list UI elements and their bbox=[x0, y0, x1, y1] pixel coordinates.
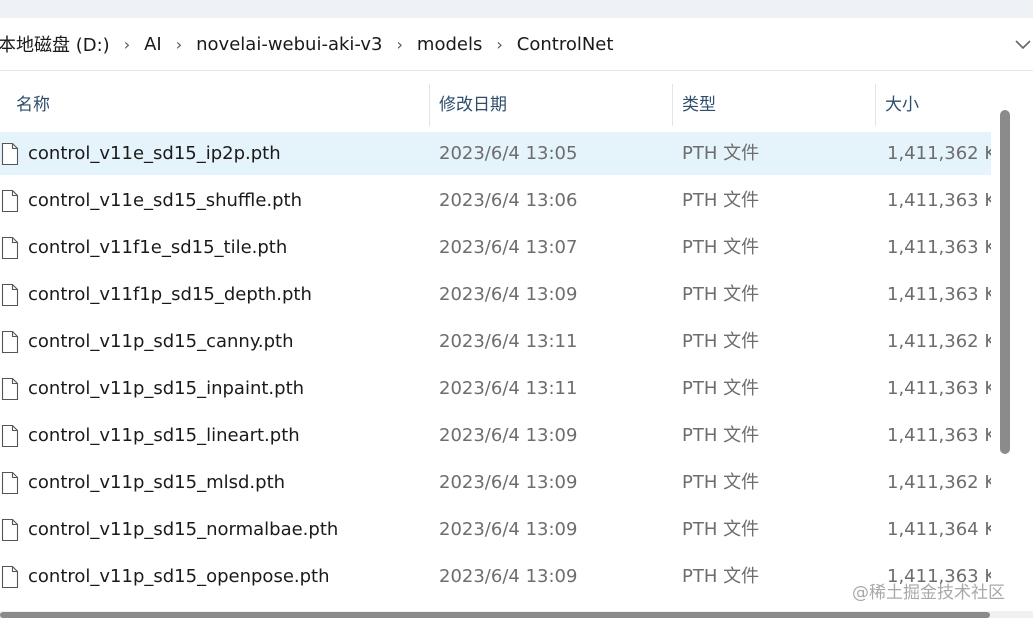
file-date: 2023/6/4 13:06 bbox=[439, 190, 578, 211]
file-icon bbox=[1, 471, 19, 495]
file-type: PTH 文件 bbox=[682, 425, 760, 446]
file-row[interactable]: control_v11f1p_sd15_depth.pth 2023/6/4 1… bbox=[0, 273, 991, 316]
breadcrumb-separator[interactable]: › bbox=[486, 35, 512, 54]
file-type: PTH 文件 bbox=[682, 190, 760, 211]
file-type: PTH 文件 bbox=[682, 378, 760, 399]
file-icon bbox=[1, 236, 19, 260]
file-icon bbox=[1, 565, 19, 589]
file-size: 1,411,363 KB bbox=[887, 190, 991, 211]
file-name: control_v11p_sd15_openpose.pth bbox=[28, 566, 330, 587]
file-type: PTH 文件 bbox=[682, 143, 760, 164]
file-name: control_v11p_sd15_lineart.pth bbox=[28, 425, 300, 446]
column-header-date[interactable]: 修改日期 bbox=[439, 84, 507, 126]
file-size: 1,411,362 KB bbox=[887, 331, 991, 352]
file-row[interactable]: control_v11e_sd15_ip2p.pth 2023/6/4 13:0… bbox=[0, 132, 991, 175]
file-date: 2023/6/4 13:09 bbox=[439, 425, 578, 446]
column-divider[interactable] bbox=[429, 84, 430, 126]
file-date: 2023/6/4 13:09 bbox=[439, 472, 578, 493]
file-size: 1,411,364 KB bbox=[887, 519, 991, 540]
file-icon bbox=[1, 330, 19, 354]
file-name: control_v11e_sd15_ip2p.pth bbox=[28, 143, 281, 164]
file-size: 1,411,363 KB bbox=[887, 378, 991, 399]
window-top-strip bbox=[0, 0, 1033, 19]
file-row[interactable]: control_v11p_sd15_mlsd.pth 2023/6/4 13:0… bbox=[0, 461, 991, 504]
file-type: PTH 文件 bbox=[682, 284, 760, 305]
file-row[interactable]: control_v11p_sd15_lineart.pth 2023/6/4 1… bbox=[0, 414, 991, 457]
file-type: PTH 文件 bbox=[682, 331, 760, 352]
file-icon bbox=[1, 377, 19, 401]
breadcrumb-separator[interactable]: › bbox=[387, 35, 413, 54]
column-header-row: 名称 修改日期 类型 大小 bbox=[0, 84, 995, 126]
column-header-name[interactable]: 名称 bbox=[16, 84, 50, 126]
file-name: control_v11f1e_sd15_tile.pth bbox=[28, 237, 288, 258]
column-header-type[interactable]: 类型 bbox=[682, 84, 716, 126]
file-size: 1,411,363 KB bbox=[887, 237, 991, 258]
file-type: PTH 文件 bbox=[682, 566, 760, 587]
file-date: 2023/6/4 13:09 bbox=[439, 284, 578, 305]
horizontal-scrollbar-thumb[interactable] bbox=[0, 612, 990, 618]
breadcrumb-item-webui[interactable]: novelai-webui-aki-v3 bbox=[192, 34, 386, 55]
file-date: 2023/6/4 13:05 bbox=[439, 143, 578, 164]
vertical-scrollbar-thumb[interactable] bbox=[1000, 110, 1010, 454]
breadcrumb-item-ai[interactable]: AI bbox=[140, 34, 166, 55]
file-icon bbox=[1, 142, 19, 166]
file-date: 2023/6/4 13:09 bbox=[439, 519, 578, 540]
file-type: PTH 文件 bbox=[682, 237, 760, 258]
file-size: 1,411,363 KB bbox=[887, 284, 991, 305]
file-type: PTH 文件 bbox=[682, 519, 760, 540]
file-icon bbox=[1, 283, 19, 307]
file-size: 1,411,362 KB bbox=[887, 143, 991, 164]
file-size: 1,411,363 KB bbox=[887, 425, 991, 446]
file-name: control_v11e_sd15_shuffle.pth bbox=[28, 190, 303, 211]
file-name: control_v11p_sd15_inpaint.pth bbox=[28, 378, 305, 399]
file-name: control_v11p_sd15_canny.pth bbox=[28, 331, 294, 352]
chevron-down-icon[interactable] bbox=[1013, 33, 1033, 55]
file-name: control_v11p_sd15_mlsd.pth bbox=[28, 472, 286, 493]
file-name: control_v11p_sd15_normalbae.pth bbox=[28, 519, 339, 540]
file-row[interactable]: control_v11f1e_sd15_tile.pth 2023/6/4 13… bbox=[0, 226, 991, 269]
file-row[interactable]: control_v11p_sd15_normalbae.pth 2023/6/4… bbox=[0, 508, 991, 551]
file-name: control_v11f1p_sd15_depth.pth bbox=[28, 284, 312, 305]
address-bar[interactable]: 本地磁盘 (D:) › AI › novelai-webui-aki-v3 › … bbox=[0, 18, 1033, 71]
file-row[interactable]: control_v11p_sd15_canny.pth 2023/6/4 13:… bbox=[0, 320, 991, 363]
file-date: 2023/6/4 13:11 bbox=[439, 378, 578, 399]
breadcrumb-item-drive[interactable]: 本地磁盘 (D:) bbox=[0, 31, 114, 57]
column-header-size[interactable]: 大小 bbox=[885, 84, 919, 126]
file-icon bbox=[1, 424, 19, 448]
file-size: 1,411,362 KB bbox=[887, 472, 991, 493]
right-edge bbox=[1015, 84, 1033, 618]
file-icon bbox=[1, 518, 19, 542]
file-date: 2023/6/4 13:07 bbox=[439, 237, 578, 258]
breadcrumb-separator[interactable]: › bbox=[166, 35, 192, 54]
file-date: 2023/6/4 13:09 bbox=[439, 566, 578, 587]
file-row[interactable]: control_v11e_sd15_shuffle.pth 2023/6/4 1… bbox=[0, 179, 991, 222]
column-divider[interactable] bbox=[672, 84, 673, 126]
file-type: PTH 文件 bbox=[682, 472, 760, 493]
file-list: control_v11e_sd15_ip2p.pth 2023/6/4 13:0… bbox=[0, 132, 991, 611]
breadcrumb: 本地磁盘 (D:) › AI › novelai-webui-aki-v3 › … bbox=[0, 18, 617, 70]
breadcrumb-item-controlnet[interactable]: ControlNet bbox=[513, 34, 618, 55]
column-divider[interactable] bbox=[875, 84, 876, 126]
breadcrumb-separator[interactable]: › bbox=[114, 35, 140, 54]
file-row[interactable]: control_v11p_sd15_inpaint.pth 2023/6/4 1… bbox=[0, 367, 991, 410]
breadcrumb-item-models[interactable]: models bbox=[413, 34, 486, 55]
watermark: @稀土掘金技术社区 bbox=[852, 583, 1005, 603]
file-date: 2023/6/4 13:11 bbox=[439, 331, 578, 352]
file-row[interactable]: control_v11p_sd15_openpose.pth 2023/6/4 … bbox=[0, 555, 991, 598]
file-icon bbox=[1, 189, 19, 213]
